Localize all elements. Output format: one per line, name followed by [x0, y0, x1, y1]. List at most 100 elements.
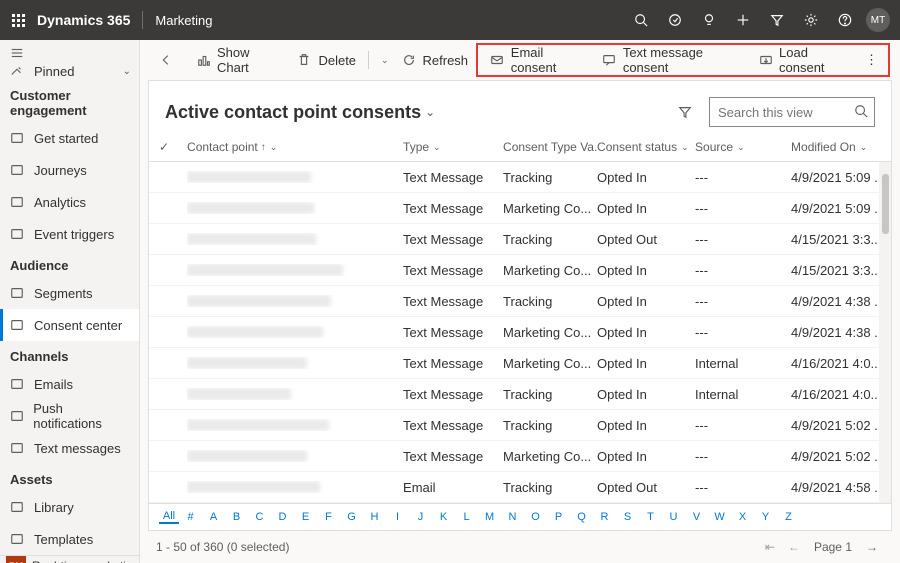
alpha-letter[interactable]: E [294, 511, 317, 523]
text-consent-button[interactable]: Text message consent [594, 46, 750, 74]
collapse-nav-icon[interactable] [0, 40, 139, 62]
alpha-letter[interactable]: B [225, 511, 248, 523]
select-all-checkbox[interactable]: ✓ [159, 140, 187, 154]
alpha-letter[interactable]: C [248, 511, 271, 523]
table-row[interactable]: Text MessageTrackingOpted In---4/9/2021 … [149, 162, 891, 193]
vertical-scrollbar[interactable] [879, 162, 891, 503]
alpha-letter[interactable]: P [547, 511, 570, 523]
app-switcher[interactable]: RM Real-time marketi… ⌄ [0, 555, 139, 563]
column-filter-button[interactable] [671, 105, 699, 119]
sidebar-item[interactable]: Templates [0, 523, 139, 555]
sidebar-item[interactable]: Analytics [0, 186, 139, 218]
alpha-letter[interactable]: Y [754, 511, 777, 523]
alpha-letter[interactable]: R [593, 511, 616, 523]
view-title[interactable]: Active contact point consents [165, 102, 421, 123]
alpha-letter[interactable]: T [639, 511, 662, 523]
alpha-all[interactable]: All [159, 510, 179, 524]
brand-name[interactable]: Dynamics 365 [37, 12, 130, 28]
alpha-letter[interactable]: J [409, 511, 432, 523]
redacted-text [187, 481, 320, 493]
grid-card: Active contact point consents ⌄ ✓ Contac… [148, 80, 892, 531]
lightbulb-icon[interactable] [692, 0, 726, 40]
alpha-letter[interactable]: D [271, 511, 294, 523]
delete-dropdown[interactable]: ⌄ [373, 46, 393, 74]
search-input[interactable] [716, 104, 854, 121]
sidebar-item[interactable]: Text messages [0, 432, 139, 464]
alpha-letter[interactable]: X [731, 511, 754, 523]
delete-button[interactable]: Delete [288, 46, 364, 74]
overflow-button[interactable]: ⋮ [859, 46, 884, 74]
col-type[interactable]: Type⌄ [403, 140, 503, 154]
sidebar-item-label: Get started [34, 131, 98, 146]
sidebar-item[interactable]: Journeys [0, 154, 139, 186]
sidebar-item[interactable]: Library [0, 491, 139, 523]
first-page-icon[interactable]: ⇤ [758, 540, 782, 554]
next-page-icon[interactable]: → [860, 540, 884, 554]
col-source[interactable]: Source⌄ [695, 140, 791, 154]
alpha-letter[interactable]: A [202, 511, 225, 523]
cell-modified: 4/9/2021 4:58 ... [791, 480, 891, 495]
sidebar-item[interactable]: Get started [0, 122, 139, 154]
add-icon[interactable] [726, 0, 760, 40]
sidebar-item[interactable]: Event triggers [0, 218, 139, 250]
alpha-letter[interactable]: K [432, 511, 455, 523]
table-row[interactable]: Text MessageMarketing Co...Opted In---4/… [149, 317, 891, 348]
refresh-button[interactable]: Refresh [393, 46, 477, 74]
alpha-letter[interactable]: G [340, 511, 363, 523]
sidebar-pinned[interactable]: Pinned ⌄ [0, 62, 139, 80]
search-icon[interactable] [624, 0, 658, 40]
assistant-icon[interactable] [658, 0, 692, 40]
module-name[interactable]: Marketing [155, 13, 212, 28]
alpha-letter[interactable]: H [363, 511, 386, 523]
redacted-text [187, 171, 311, 183]
table-row[interactable]: Text MessageTrackingOpted InInternal4/16… [149, 379, 891, 410]
table-row[interactable]: EmailTrackingOpted Out---4/9/2021 4:58 .… [149, 472, 891, 503]
alpha-letter[interactable]: Q [570, 511, 593, 523]
cell-modified: 4/9/2021 5:09 ... [791, 170, 891, 185]
table-row[interactable]: Text MessageTrackingOpted In---4/9/2021 … [149, 410, 891, 441]
alpha-letter[interactable]: V [685, 511, 708, 523]
gear-icon[interactable] [794, 0, 828, 40]
load-consent-button[interactable]: Load consent [750, 46, 859, 74]
table-row[interactable]: Text MessageMarketing Co...Opted In---4/… [149, 255, 891, 286]
prev-page-icon[interactable]: ← [782, 540, 806, 554]
alpha-letter[interactable]: F [317, 511, 340, 523]
sidebar-item[interactable]: Push notifications [0, 400, 139, 432]
sidebar-item[interactable]: Segments [0, 277, 139, 309]
alpha-letter[interactable]: # [179, 511, 202, 523]
table-row[interactable]: Text MessageMarketing Co...Opted In---4/… [149, 193, 891, 224]
table-row[interactable]: Text MessageMarketing Co...Opted InInter… [149, 348, 891, 379]
search-icon[interactable] [854, 104, 868, 121]
avatar[interactable]: MT [866, 8, 890, 32]
alpha-letter[interactable]: M [478, 511, 501, 523]
sidebar-item[interactable]: Consent center [0, 309, 139, 341]
table-row[interactable]: Text MessageMarketing Co...Opted In---4/… [149, 441, 891, 472]
col-consent-type[interactable]: Consent Type Va...⌄ [503, 140, 597, 154]
table-row[interactable]: Text MessageTrackingOpted Out---4/15/202… [149, 224, 891, 255]
sidebar-item[interactable]: Emails [0, 368, 139, 400]
chevron-down-icon[interactable]: ⌄ [425, 105, 435, 119]
col-consent-status[interactable]: Consent status⌄ [597, 140, 695, 154]
col-contact-point[interactable]: Contact point↑⌄ [187, 140, 403, 154]
email-consent-button[interactable]: Email consent [482, 46, 594, 74]
table-row[interactable]: Text MessageTrackingOpted In---4/9/2021 … [149, 286, 891, 317]
alpha-letter[interactable]: L [455, 511, 478, 523]
alpha-letter[interactable]: O [524, 511, 547, 523]
search-box[interactable] [709, 97, 875, 127]
alpha-letter[interactable]: N [501, 511, 524, 523]
cell-status: Opted In [597, 263, 695, 278]
show-chart-button[interactable]: Show Chart [188, 46, 288, 74]
alpha-letter[interactable]: I [386, 511, 409, 523]
alpha-letter[interactable]: S [616, 511, 639, 523]
back-button[interactable] [150, 46, 188, 74]
alpha-letter[interactable]: U [662, 511, 685, 523]
filter-icon[interactable] [760, 0, 794, 40]
app-launcher-icon[interactable] [12, 14, 25, 27]
cell-consent-type: Tracking [503, 232, 597, 247]
redacted-text [187, 450, 307, 462]
alpha-letter[interactable]: Z [777, 511, 800, 523]
app-switch-label: Real-time marketi… [32, 559, 125, 563]
help-icon[interactable] [828, 0, 862, 40]
col-modified[interactable]: Modified On⌄ [791, 140, 891, 154]
alpha-letter[interactable]: W [708, 511, 731, 523]
